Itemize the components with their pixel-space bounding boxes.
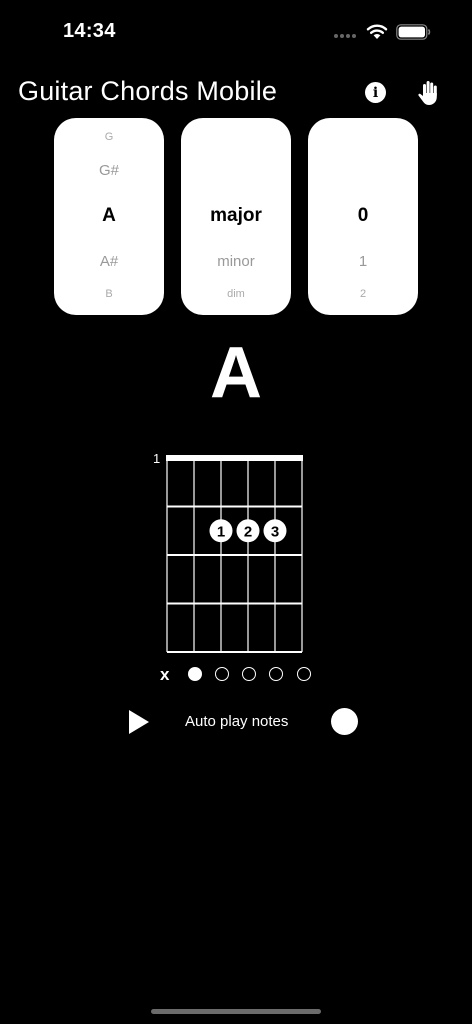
chord-quality-picker[interactable]: major minor dim — [181, 118, 291, 315]
finger-number: 1 — [217, 523, 225, 540]
finger-number: 2 — [244, 523, 252, 540]
picker-item[interactable]: 2 — [308, 288, 418, 300]
info-icon[interactable]: i — [365, 82, 386, 103]
app-title: Guitar Chords Mobile — [18, 76, 278, 106]
wifi-icon — [366, 24, 388, 39]
home-indicator — [151, 1009, 321, 1014]
picker-item[interactable]: dim — [181, 288, 291, 300]
picker-item[interactable]: A# — [54, 253, 164, 270]
hand-icon[interactable] — [414, 78, 442, 106]
chord-diagram: 1 2 3 — [166, 455, 303, 653]
picker-selected-item[interactable]: major — [181, 205, 291, 227]
status-time: 14:34 — [63, 20, 116, 42]
auto-play-toggle[interactable] — [331, 708, 358, 735]
play-icon[interactable] — [127, 708, 151, 736]
chord-variant-picker[interactable]: 0 1 2 — [308, 118, 418, 315]
cellular-signal-icon — [334, 34, 356, 38]
picker-item[interactable]: minor — [181, 253, 291, 270]
picker-selected-item[interactable]: 0 — [308, 205, 418, 227]
finger-number: 3 — [271, 523, 279, 540]
muted-string-marker: x — [160, 665, 170, 684]
nut — [166, 455, 303, 461]
battery-icon — [396, 24, 431, 40]
picker-item[interactable]: G# — [54, 162, 164, 179]
picker-item[interactable]: 1 — [308, 253, 418, 270]
open-string-marker — [242, 667, 256, 681]
open-string-marker — [269, 667, 283, 681]
chord-name: A — [210, 333, 262, 413]
open-string-marker — [215, 667, 229, 681]
auto-play-label: Auto play notes — [185, 713, 289, 730]
picker-item[interactable]: G — [54, 131, 164, 143]
picker-selected-item[interactable]: A — [54, 205, 164, 227]
open-string-marker — [297, 667, 311, 681]
string-marker — [188, 667, 202, 681]
root-note-picker[interactable]: G G# A A# B — [54, 118, 164, 315]
picker-item[interactable]: B — [54, 288, 164, 300]
